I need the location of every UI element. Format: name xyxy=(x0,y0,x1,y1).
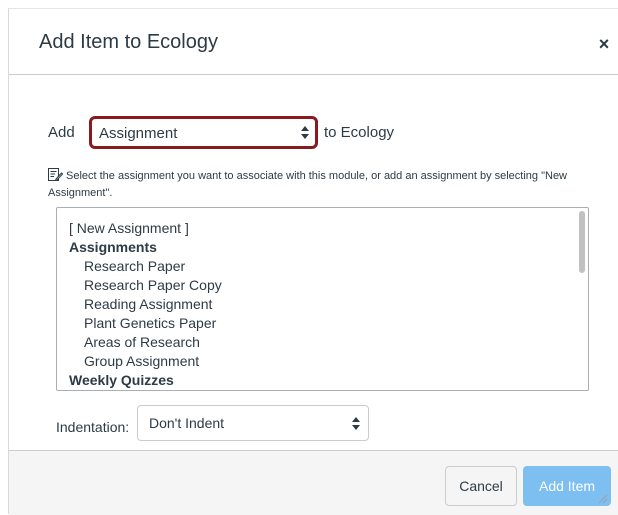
add-item-dialog: Add Item to Ecology × Add Assignment to … xyxy=(8,8,618,515)
list-group-label: Weekly Quizzes xyxy=(69,372,174,388)
list-option[interactable]: Group Assignment xyxy=(69,352,222,371)
listbox-scrollbar[interactable] xyxy=(579,211,585,273)
indentation-value: Don't Indent xyxy=(149,415,225,431)
list-option[interactable]: Research Paper Copy xyxy=(69,276,222,295)
assignment-listbox[interactable]: [ New Assignment ] Assignments Research … xyxy=(56,207,589,391)
help-text-row: Select the assignment you want to associ… xyxy=(48,168,588,202)
listbox-options: [ New Assignment ] Assignments Research … xyxy=(69,219,222,390)
select-arrows-icon xyxy=(301,126,309,139)
dialog-header: Add Item to Ecology × xyxy=(9,9,618,75)
list-option[interactable]: Plant Genetics Paper xyxy=(69,314,222,333)
list-group-label: Assignments xyxy=(69,239,157,255)
item-type-select[interactable]: Assignment xyxy=(89,116,318,149)
item-type-value: Assignment xyxy=(99,125,178,142)
resize-grip-icon[interactable] xyxy=(598,494,608,504)
close-button[interactable]: × xyxy=(594,33,614,55)
indentation-select[interactable]: Don't Indent xyxy=(137,405,369,441)
dialog-title: Add Item to Ecology xyxy=(39,31,218,53)
select-arrows-icon xyxy=(352,417,360,430)
add-suffix-label: to Ecology xyxy=(324,124,395,141)
cancel-button[interactable]: Cancel xyxy=(445,466,517,506)
list-option[interactable]: Research Paper xyxy=(69,257,222,276)
add-prefix-label: Add xyxy=(48,124,75,141)
list-option-new[interactable]: [ New Assignment ] xyxy=(69,219,222,238)
help-text: Select the assignment you want to associ… xyxy=(48,170,568,199)
list-option[interactable]: Reading Assignment xyxy=(69,295,222,314)
edit-note-icon xyxy=(48,168,63,181)
dialog-footer: Cancel Add Item xyxy=(9,450,618,515)
list-option[interactable]: Areas of Research xyxy=(69,333,222,352)
indentation-label: Indentation: xyxy=(56,419,130,435)
